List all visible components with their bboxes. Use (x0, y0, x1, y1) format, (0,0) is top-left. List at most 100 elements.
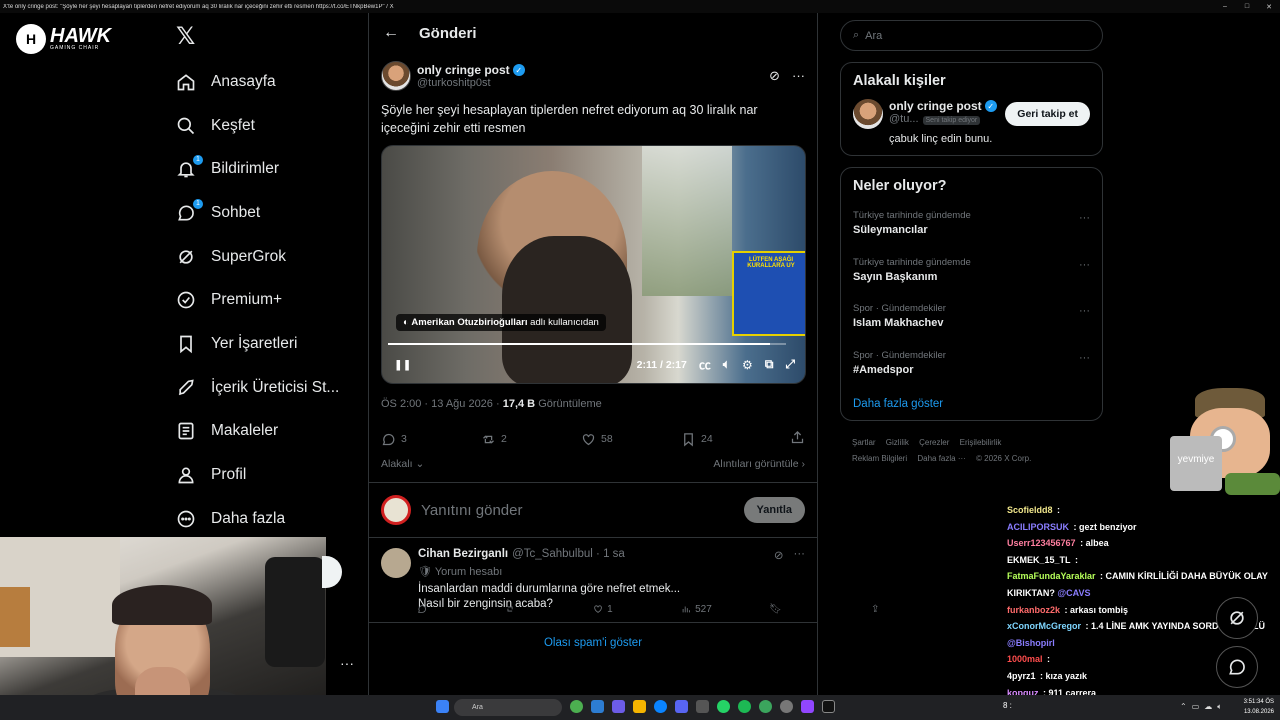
nav-item-chat[interactable]: 1 Sohbet (176, 191, 339, 235)
back-arrow-icon[interactable]: ← (383, 24, 419, 42)
follow-back-button[interactable]: Geri takip et (1005, 102, 1090, 126)
chat-username[interactable]: EKMEK_15_TL (1007, 555, 1071, 565)
comment-handle[interactable]: @Tc_Sahbulbul (512, 548, 593, 562)
person-handle[interactable]: @tu... (889, 113, 919, 125)
nav-item-profile[interactable]: Profil (176, 453, 339, 497)
like-button[interactable]: 1 (593, 603, 681, 615)
more-options-icon[interactable]: ··· (1079, 352, 1090, 364)
chat-mention[interactable]: @CAVS (1057, 588, 1090, 598)
footer-link[interactable]: Şartlar (852, 438, 876, 447)
comment-display-name[interactable]: Cihan Bezirganlı (418, 548, 508, 562)
like-button[interactable]: 58 (581, 432, 681, 447)
search-input[interactable]: ⌕ Ara (840, 20, 1103, 51)
trend-item[interactable]: Türkiye tarihinde gündemde Süleymancılar… (853, 204, 1090, 251)
close-icon[interactable]: ✕ (1258, 3, 1280, 11)
captions-icon[interactable]: ㏄ (699, 356, 711, 373)
x-logo-icon[interactable]: 𝕏 (176, 22, 195, 51)
video-attribution[interactable]: ◐ Amerikan Otuzbirioğulları adlı kullanı… (396, 314, 606, 331)
trend-item[interactable]: Spor · Gündemdekiler #Amedspor ··· (853, 344, 1090, 391)
app-icon[interactable] (759, 700, 772, 713)
chat-username[interactable]: 1000mal (1007, 654, 1043, 664)
avatar[interactable] (381, 61, 411, 91)
chat-username[interactable]: xConorMcGregor (1007, 621, 1081, 631)
nav-item-explore[interactable]: Keşfet (176, 104, 339, 148)
more-options-icon[interactable]: ··· (1079, 212, 1090, 224)
repost-button[interactable] (505, 603, 593, 615)
post-display-name[interactable]: only cringe post (417, 63, 510, 77)
person-name[interactable]: only cringe post (889, 99, 982, 113)
pause-icon[interactable]: ❚❚ (394, 359, 412, 371)
app-icon[interactable] (591, 700, 604, 713)
account-more-icon[interactable]: ··· (340, 655, 354, 671)
footer-link[interactable]: Çerezler (919, 438, 949, 447)
picture-in-picture-icon[interactable]: ⧉ (765, 357, 774, 372)
messages-fab-icon[interactable] (1216, 646, 1258, 688)
nav-item-home[interactable]: Anasayfa (176, 60, 339, 104)
repost-button[interactable]: 2 (481, 432, 581, 447)
footer-link[interactable]: Gizlilik (886, 438, 909, 447)
more-options-icon[interactable]: ··· (1079, 259, 1090, 271)
grok-analyze-icon[interactable]: ⊘ (769, 68, 780, 84)
chat-username[interactable]: furkanboz2k (1007, 605, 1060, 615)
app-icon[interactable] (696, 700, 709, 713)
footer-link[interactable]: Daha fazla ··· (917, 454, 965, 463)
chrome-icon[interactable] (570, 700, 583, 713)
footer-link[interactable]: Erişilebilirlik (960, 438, 1002, 447)
volume-icon[interactable]: 🔈︎ (723, 357, 730, 372)
whatsapp-icon[interactable] (717, 700, 730, 713)
more-options-icon[interactable]: ··· (1079, 305, 1090, 317)
bookmark-icon[interactable]: 🔖︎ (769, 604, 857, 615)
reply-button[interactable] (417, 603, 505, 615)
nav-item-articles[interactable]: Makaleler (176, 410, 339, 454)
chat-username[interactable]: FatmaFundaYaraklar (1007, 571, 1096, 581)
bookmark-button[interactable]: 24 (681, 432, 781, 447)
avatar[interactable] (381, 548, 411, 578)
related-dropdown[interactable]: Alakalı ⌄ (381, 458, 424, 470)
settings-gear-icon[interactable]: ⚙ (742, 358, 753, 372)
x-app-icon[interactable] (822, 700, 835, 713)
footer-link[interactable]: Reklam Bilgileri (852, 454, 907, 463)
nav-item-bookmarks[interactable]: Yer İşaretleri (176, 322, 339, 366)
nav-item-more[interactable]: Daha fazla (176, 497, 339, 541)
chat-username[interactable]: ACILIPORSUK (1007, 522, 1069, 532)
folder-icon[interactable] (633, 700, 646, 713)
trend-item[interactable]: Türkiye tarihinde gündemde Sayın Başkanı… (853, 251, 1090, 298)
reply-submit-button[interactable]: Yanıtla (743, 497, 805, 523)
app-icon[interactable] (801, 700, 814, 713)
minimize-icon[interactable]: – (1214, 3, 1236, 11)
nav-item-premium[interactable]: Premium+ (176, 278, 339, 322)
nav-item-supergrok[interactable]: SuperGrok (176, 235, 339, 279)
clock[interactable]: 3:51:34 ÖS 13.08.2026 (1244, 697, 1274, 717)
views-button[interactable]: 527 (681, 603, 769, 615)
spotify-icon[interactable] (738, 700, 751, 713)
system-tray-icons[interactable]: ⌃▭☁🔈︎ (1180, 702, 1227, 712)
nav-item-creator-studio[interactable]: İçerik Üreticisi St... (176, 366, 339, 410)
more-options-icon[interactable]: ··· (794, 548, 806, 562)
grok-fab-icon[interactable] (1216, 597, 1258, 639)
post-timestamp[interactable]: ÖS 2:00 · 13 Ağu 2026 · (381, 398, 503, 410)
chat-username[interactable]: Userr123456767 (1007, 538, 1076, 548)
show-spam-link[interactable]: Olası spam'i göster (369, 637, 817, 649)
avatar[interactable] (853, 99, 883, 129)
share-icon[interactable]: ⇪ (871, 604, 959, 615)
comment-time[interactable]: · 1 sa (596, 548, 625, 562)
app-icon[interactable] (780, 700, 793, 713)
trend-item[interactable]: Spor · Gündemdekiler Islam Makhachev ··· (853, 297, 1090, 344)
post-compose-button[interactable] (322, 556, 342, 588)
video-progress-bar[interactable] (388, 343, 786, 345)
chat-username[interactable]: Scofieldd8 (1007, 505, 1053, 515)
edge-icon[interactable] (654, 700, 667, 713)
show-more-link[interactable]: Daha fazla göster (853, 398, 1090, 410)
maximize-icon[interactable]: □ (1236, 3, 1258, 11)
discord-icon[interactable] (675, 700, 688, 713)
view-quotes-link[interactable]: Alıntıları görüntüle › (713, 458, 805, 470)
chat-username[interactable]: 4pyrz1 (1007, 671, 1036, 681)
reply-button[interactable]: 3 (381, 432, 481, 447)
share-icon[interactable] (790, 430, 805, 448)
video-player[interactable]: LÜTFEN AŞAĞI KURALLARA UY ◐ Amerikan Otu… (381, 145, 806, 384)
reply-input[interactable]: Yanıtını gönder (421, 502, 744, 519)
taskbar-search[interactable]: Ara (454, 699, 562, 716)
fullscreen-icon[interactable]: ⤢ (785, 357, 795, 372)
windows-start-icon[interactable] (436, 700, 449, 713)
more-options-icon[interactable]: ··· (792, 68, 805, 84)
